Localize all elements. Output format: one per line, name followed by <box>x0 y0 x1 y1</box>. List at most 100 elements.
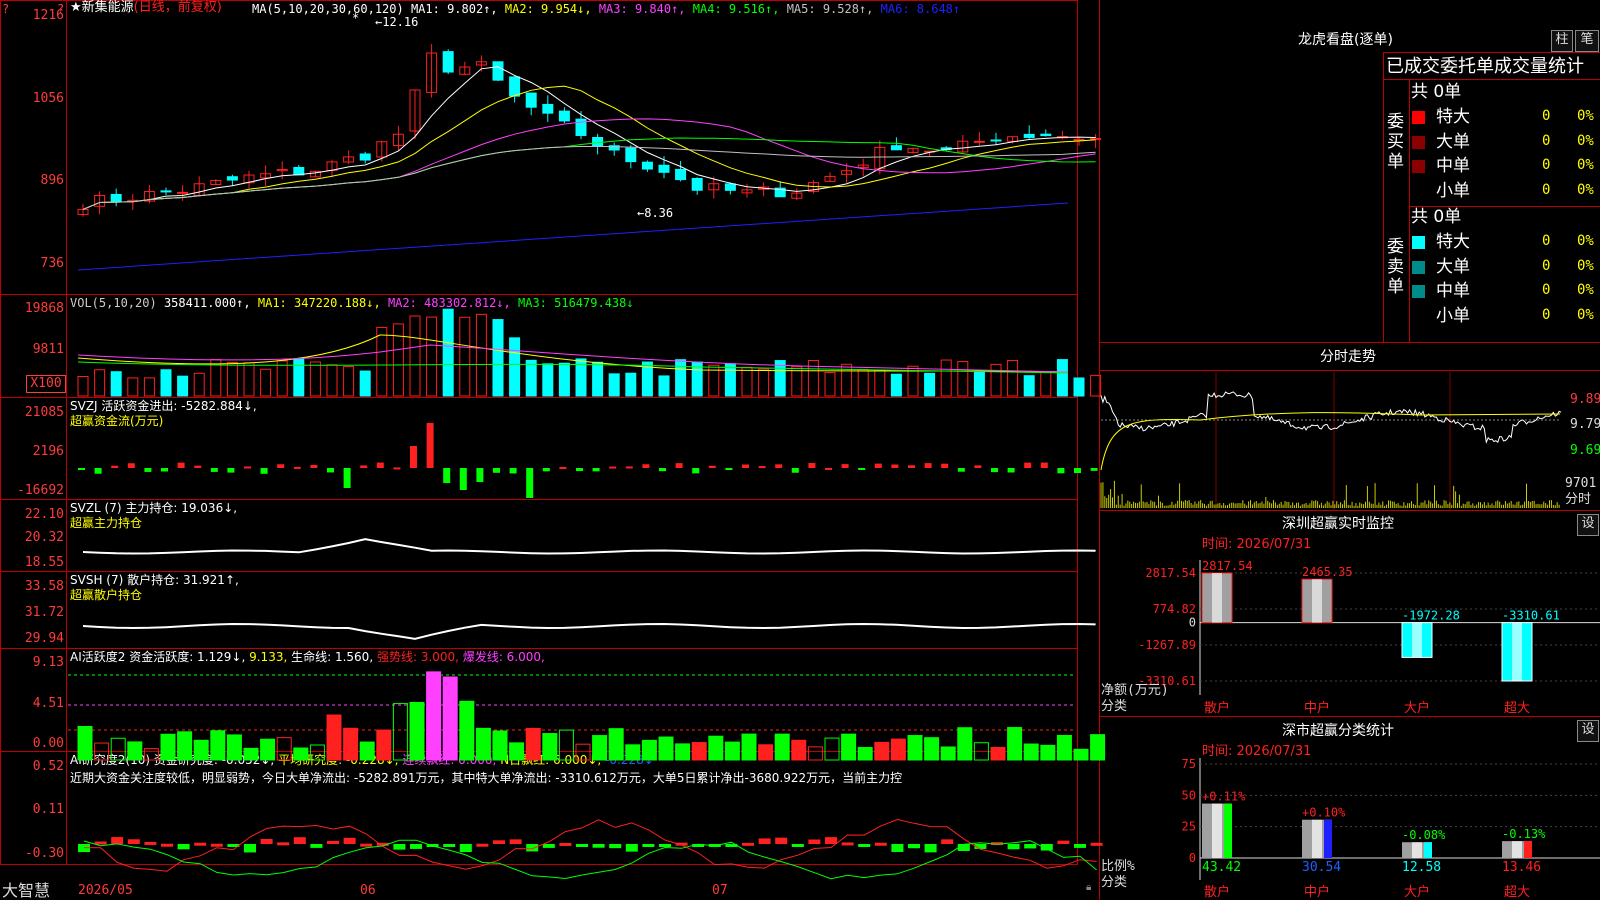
main-y-tick: 1056 <box>32 91 64 106</box>
sz-class-bar-accent <box>1224 803 1232 858</box>
ai-activity-line: AI活跃度2 资金活跃度: 1.129↓, 9.133, 生命线: 1.560,… <box>70 650 545 664</box>
sell-row-swatch <box>1412 236 1425 249</box>
vol-y-tick: 9811 <box>32 342 64 357</box>
sz-monitor-category: 大户 <box>1404 700 1430 716</box>
sz-monitor-y-tick: -1267.89 <box>1138 638 1196 652</box>
buy-row-swatch <box>1412 184 1425 198</box>
sell-row-swatch <box>1412 285 1425 298</box>
vol-value: 358411.000↑, <box>163 296 251 310</box>
high-price-marker: ←12.16 <box>375 15 419 29</box>
buy-row-name: 小单 <box>1436 180 1470 201</box>
dragon-header-line <box>1383 52 1600 53</box>
main-y-tick: 736 <box>40 256 64 271</box>
svsh-y-tick: 29.94 <box>24 631 64 646</box>
svzj-bar <box>1090 468 1098 471</box>
vol-label: VOL(5,10,20) <box>70 296 157 310</box>
sell-row-name: 中单 <box>1436 281 1470 301</box>
sz-monitor-title: 深圳超赢实时监控 <box>1282 516 1394 532</box>
period-mode: (日线，前复权) <box>133 0 222 15</box>
ai-research-avg: 平均研究度: -0.228↓, <box>278 753 399 767</box>
ai-activity-bar <box>1090 734 1106 761</box>
sz-class-chart <box>1199 758 1600 880</box>
sz-class-bar <box>1402 842 1432 858</box>
sz-monitor-y-tick: 774.82 <box>1153 602 1196 616</box>
buy-row-swatch <box>1412 160 1425 173</box>
sell-row-swatch <box>1412 260 1425 274</box>
date-label: 2026/05 <box>78 883 133 898</box>
sz-monitor-settings-button[interactable]: 设 <box>1577 514 1599 536</box>
buy-row-pct: 0% <box>1577 132 1594 149</box>
buy-row-name: 大单 <box>1436 131 1470 152</box>
sz-class-bar-accent <box>1324 819 1332 858</box>
sz-monitor-bar-highlight <box>1212 573 1222 623</box>
intraday-avg-line <box>1100 412 1561 471</box>
ai-activity-max: 9.133, <box>249 650 288 664</box>
sz-class-bar-highlight <box>1212 803 1222 858</box>
svzj-y-tick: 2196 <box>32 444 64 459</box>
svsh-label: SVSH (7) 散户持仓: 31.921↑, <box>70 573 239 587</box>
vol-y-tick: 19868 <box>24 301 64 316</box>
vol-unit-box: X100 <box>26 375 66 393</box>
ai-research-panel[interactable] <box>0 751 1078 865</box>
lock-icon: 🔒︎ <box>1086 882 1092 893</box>
ai-burst-line: 爆发线: 6.000, <box>462 650 545 664</box>
sz-class-category: 超大 <box>1504 885 1530 900</box>
kline-panel[interactable] <box>0 0 1078 295</box>
ai1-y-tick: 9.13 <box>32 655 64 670</box>
buy-row-value: 0 <box>1542 108 1551 124</box>
ai-continuous-red: 连续飘红: 0.000, <box>402 753 497 767</box>
ai-commentary: 近期大资金关注度较低，明显弱势，今日大单净流出: -5282.891万元，其中特… <box>70 771 903 785</box>
sz-class-change-label: +0.11% <box>1202 790 1246 804</box>
ma-label: MA(5,10,20,30,60,120) <box>252 2 404 16</box>
right-divider <box>1099 0 1100 900</box>
sz-monitor-axis-name: 净额(万元) <box>1101 683 1169 698</box>
dragon-header: 已成交委托单成交量统计 <box>1386 56 1584 77</box>
sell-total: 共 0单 <box>1411 207 1462 227</box>
stock-name[interactable]: ★新集能源 <box>70 0 134 15</box>
svzj-y-tick: 21085 <box>24 405 64 420</box>
sz-class-y-tick: 25 <box>1182 820 1196 834</box>
svzl-y-tick: 18.55 <box>24 555 64 570</box>
sz-class-y-tick: 0 <box>1189 851 1196 865</box>
ai-research-extra: -0.228↓ <box>605 753 654 767</box>
buy-row-name: 特大 <box>1436 107 1470 127</box>
sz-class-value-label: 12.58 <box>1402 860 1441 875</box>
buy-row-swatch <box>1412 111 1425 124</box>
buy-row-pct: 0% <box>1577 157 1594 173</box>
sz-class-bar-accent <box>1524 841 1532 858</box>
sz-monitor-cat-name: 分类 <box>1101 699 1127 714</box>
buy-total: 共 0单 <box>1411 82 1462 102</box>
ai-lifeline: 生命线: 1.560, <box>291 650 374 664</box>
svzl-y-tick: 20.32 <box>24 530 64 545</box>
buy-row-pct: 0% <box>1577 181 1594 198</box>
sell-row-value: 0 <box>1542 306 1551 323</box>
sell-row-swatch <box>1412 309 1425 323</box>
sz-class-bar-highlight <box>1412 842 1422 858</box>
ai-research-value: AI研究度2(10) 资金研究度: -0.052↓, <box>70 753 275 767</box>
svsh-y-tick: 31.72 <box>24 605 64 620</box>
sell-row-pct: 0% <box>1577 306 1594 323</box>
ma3-value: MA3: 9.840↑, <box>598 2 686 16</box>
sz-class-value-label: 13.46 <box>1502 860 1541 875</box>
sz-monitor-y-tick: -3310.61 <box>1138 674 1196 688</box>
sz-class-bar <box>1502 841 1532 858</box>
tab-pen[interactable]: 笔 <box>1575 30 1599 52</box>
vol-ma3: MA3: 516479.438↓ <box>518 296 634 310</box>
ma4-value: MA4: 9.516↑, <box>692 2 780 16</box>
low-price-marker: ←8.36 <box>637 206 674 220</box>
intraday-y-tick: 9.89 <box>1570 392 1600 407</box>
ai-strong-line: 强势线: 3.000, <box>376 650 459 664</box>
sz-class-settings-button[interactable]: 设 <box>1577 720 1599 742</box>
tab-pillar[interactable]: 柱 <box>1551 30 1573 52</box>
sz-monitor-category: 中户 <box>1304 700 1330 716</box>
sell-label: 委卖单 <box>1387 237 1404 297</box>
sz-class-y-tick: 75 <box>1182 757 1196 771</box>
sz-class-cat-name: 分类 <box>1101 875 1127 890</box>
sell-row-name: 大单 <box>1436 256 1470 277</box>
buy-row-pct: 0% <box>1577 108 1594 124</box>
sz-class-value-label: 43.42 <box>1202 860 1241 875</box>
buy-row-value: 0 <box>1542 181 1551 198</box>
sell-row-value: 0 <box>1542 257 1551 274</box>
ai-activity-value: AI活跃度2 资金活跃度: 1.129↓, <box>70 650 246 664</box>
intraday-y-tick: 9.69 <box>1570 443 1600 458</box>
